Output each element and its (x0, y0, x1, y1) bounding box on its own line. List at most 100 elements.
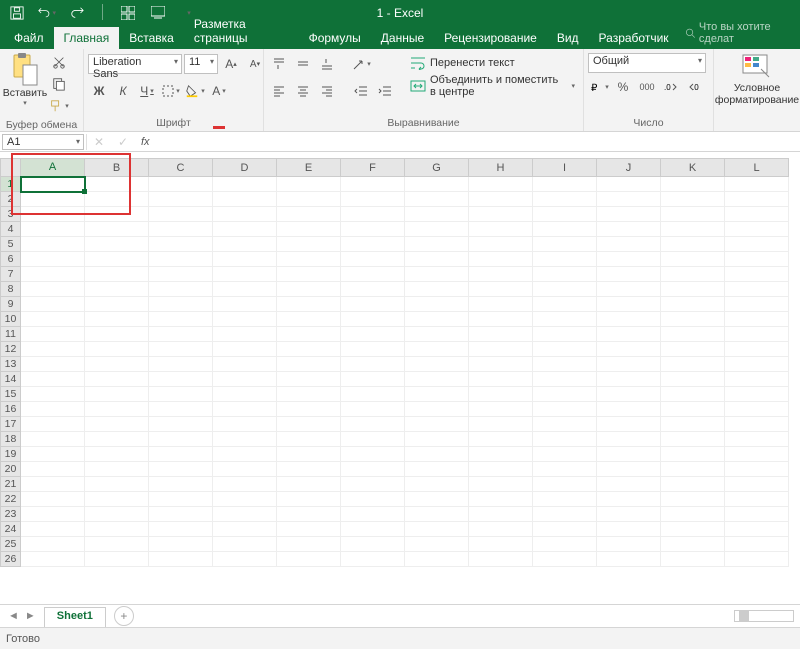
fill-color-icon[interactable] (184, 80, 206, 102)
cell[interactable] (341, 267, 405, 282)
row-header[interactable]: 2 (1, 192, 21, 207)
cell[interactable] (213, 462, 277, 477)
cell[interactable] (661, 432, 725, 447)
row-header[interactable]: 9 (1, 297, 21, 312)
bold-button[interactable]: Ж (88, 80, 110, 102)
row-header[interactable]: 26 (1, 552, 21, 567)
cell[interactable] (661, 282, 725, 297)
cell[interactable] (469, 387, 533, 402)
cell[interactable] (85, 192, 149, 207)
cell[interactable] (469, 282, 533, 297)
cell[interactable] (597, 327, 661, 342)
cell[interactable] (277, 267, 341, 282)
cell[interactable] (21, 312, 85, 327)
column-header[interactable]: J (597, 159, 661, 177)
horizontal-scrollbar[interactable] (734, 610, 794, 622)
cell[interactable] (277, 537, 341, 552)
cell[interactable] (469, 342, 533, 357)
cell[interactable] (277, 252, 341, 267)
cell[interactable] (85, 447, 149, 462)
cell[interactable] (213, 237, 277, 252)
cell[interactable] (341, 402, 405, 417)
cell[interactable] (21, 477, 85, 492)
cell[interactable] (661, 537, 725, 552)
cell[interactable] (405, 237, 469, 252)
cell[interactable] (21, 342, 85, 357)
row-header[interactable]: 12 (1, 342, 21, 357)
align-right-icon[interactable] (316, 80, 338, 102)
sheet-tab-sheet1[interactable]: Sheet1 (44, 607, 106, 627)
cell[interactable] (277, 492, 341, 507)
cell[interactable] (277, 477, 341, 492)
cell[interactable] (597, 507, 661, 522)
cell[interactable] (85, 222, 149, 237)
cell[interactable] (85, 522, 149, 537)
cell[interactable] (725, 372, 789, 387)
cell[interactable] (405, 402, 469, 417)
cell[interactable] (21, 267, 85, 282)
paste-button[interactable]: Вставить ▾ (4, 51, 46, 107)
cell[interactable] (725, 267, 789, 282)
cell[interactable] (661, 462, 725, 477)
cell[interactable] (597, 447, 661, 462)
conditional-formatting-button[interactable]: Условное форматирование (718, 51, 796, 106)
cell[interactable] (725, 237, 789, 252)
cell[interactable] (341, 417, 405, 432)
cell[interactable] (597, 522, 661, 537)
cell[interactable] (725, 552, 789, 567)
cell[interactable] (341, 522, 405, 537)
row-header[interactable]: 5 (1, 237, 21, 252)
cell[interactable] (213, 177, 277, 192)
cell[interactable] (469, 237, 533, 252)
cell[interactable] (405, 177, 469, 192)
cell[interactable] (149, 222, 213, 237)
cell[interactable] (149, 357, 213, 372)
cell[interactable] (277, 507, 341, 522)
cell[interactable] (597, 297, 661, 312)
cell[interactable] (149, 537, 213, 552)
cell[interactable] (277, 282, 341, 297)
cell[interactable] (597, 432, 661, 447)
cell[interactable] (405, 552, 469, 567)
align-left-icon[interactable] (268, 80, 290, 102)
row-header[interactable]: 6 (1, 252, 21, 267)
cell[interactable] (405, 432, 469, 447)
cell[interactable] (277, 192, 341, 207)
cell[interactable] (277, 522, 341, 537)
cell[interactable] (149, 372, 213, 387)
cell[interactable] (405, 522, 469, 537)
cell[interactable] (149, 387, 213, 402)
cell[interactable] (661, 312, 725, 327)
cell[interactable] (725, 447, 789, 462)
cell[interactable] (533, 342, 597, 357)
row-header[interactable]: 19 (1, 447, 21, 462)
column-header[interactable]: K (661, 159, 725, 177)
cell[interactable] (341, 462, 405, 477)
cell[interactable] (277, 327, 341, 342)
cell[interactable] (533, 537, 597, 552)
cell[interactable] (341, 492, 405, 507)
cell[interactable] (469, 477, 533, 492)
cell[interactable] (341, 432, 405, 447)
cell[interactable] (21, 537, 85, 552)
cell[interactable] (21, 432, 85, 447)
cell[interactable] (85, 417, 149, 432)
formula-input[interactable] (156, 133, 800, 151)
save-icon[interactable] (8, 4, 26, 22)
cell[interactable] (597, 192, 661, 207)
cell[interactable] (277, 402, 341, 417)
cell[interactable] (725, 357, 789, 372)
row-header[interactable]: 13 (1, 357, 21, 372)
cell[interactable] (469, 432, 533, 447)
cell[interactable] (469, 207, 533, 222)
cell[interactable] (533, 192, 597, 207)
cell[interactable] (405, 537, 469, 552)
cell[interactable] (213, 192, 277, 207)
cell[interactable] (533, 417, 597, 432)
cell[interactable] (341, 327, 405, 342)
cell[interactable] (469, 507, 533, 522)
cell[interactable] (725, 192, 789, 207)
cell[interactable] (21, 522, 85, 537)
cancel-formula-icon[interactable]: ✕ (87, 135, 111, 149)
cell[interactable] (533, 177, 597, 192)
